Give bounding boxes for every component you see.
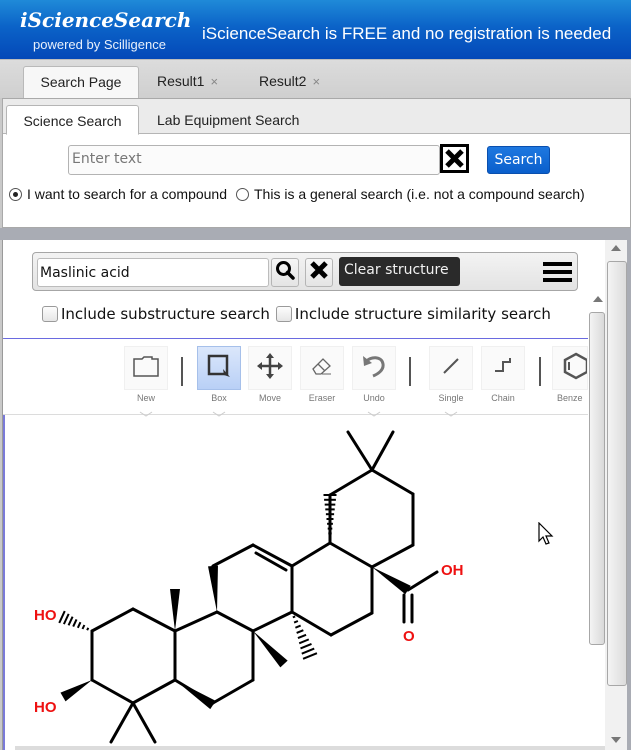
tool-box[interactable] xyxy=(197,346,241,390)
folder-icon xyxy=(132,354,160,383)
window-edge xyxy=(627,228,631,750)
tab-label: Search Page xyxy=(40,74,122,90)
search-options: Include substructure search Include stru… xyxy=(42,305,551,323)
chevron-down-icon[interactable] xyxy=(429,404,473,422)
site-header: iScienceSearch powered by Scilligence iS… xyxy=(0,0,631,59)
toolbar-separator xyxy=(181,357,183,386)
mouse-cursor-icon xyxy=(538,521,554,551)
box-select-icon xyxy=(206,353,232,384)
tab-result2[interactable]: Result2 × xyxy=(259,66,320,99)
tab-label: Science Search xyxy=(23,113,122,129)
tool-undo[interactable] xyxy=(352,346,396,390)
search-input[interactable]: Enter text xyxy=(68,145,440,175)
search-type-tabbar: Science Search Lab Equipment Search xyxy=(3,99,630,135)
chain-icon xyxy=(491,354,515,383)
tool-label: New xyxy=(136,393,155,403)
tool-label: Eraser xyxy=(308,393,336,403)
x-box-icon xyxy=(443,147,466,170)
tool-eraser[interactable] xyxy=(300,346,344,390)
chevron-down-icon[interactable] xyxy=(352,404,396,422)
tool-label: Single xyxy=(438,393,464,403)
tool-label: Benze xyxy=(557,393,583,403)
hamburger-icon[interactable] xyxy=(543,262,572,282)
toolbar-separator xyxy=(409,357,411,386)
benzene-icon xyxy=(563,352,587,385)
tool-move[interactable] xyxy=(248,346,292,390)
brand-subtitle: powered by Scilligence xyxy=(33,37,166,52)
structure-name-input[interactable]: Maslinic acid xyxy=(37,258,269,287)
inner-scrollbar-thumb[interactable] xyxy=(589,312,605,645)
chevron-down-icon[interactable] xyxy=(197,404,241,422)
undo-icon xyxy=(360,352,388,385)
similarity-checkbox[interactable] xyxy=(275,306,292,322)
move-icon xyxy=(256,352,284,385)
clear-structure-button[interactable]: Clear structure xyxy=(339,257,460,286)
single-bond-icon xyxy=(439,354,463,383)
tab-search-page[interactable]: Search Page xyxy=(23,66,139,99)
x-icon xyxy=(310,261,328,284)
tab-result1[interactable]: Result1 × xyxy=(157,66,218,99)
scroll-down-icon[interactable] xyxy=(611,737,621,743)
header-tagline: iScienceSearch is FREE and no registrati… xyxy=(202,24,612,43)
search-mode-group: I want to search for a compound This is … xyxy=(9,186,585,202)
tab-label: Lab Equipment Search xyxy=(157,112,300,128)
horizontal-scrollbar[interactable] xyxy=(15,746,605,750)
substructure-label[interactable]: Include substructure search xyxy=(61,305,270,323)
scroll-up-icon[interactable] xyxy=(611,245,621,251)
tool-label: Undo xyxy=(363,393,385,403)
structure-clear-x-button[interactable] xyxy=(305,258,333,287)
radio-compound-label[interactable]: I want to search for a compound xyxy=(27,186,227,202)
radio-general[interactable] xyxy=(236,187,249,201)
chevron-down-icon[interactable] xyxy=(124,404,168,422)
tab-lab-equipment-search[interactable]: Lab Equipment Search xyxy=(157,105,299,135)
radio-general-label[interactable]: This is a general search (i.e. not a com… xyxy=(254,186,585,202)
inner-scroll-up-icon[interactable] xyxy=(593,296,603,302)
toolbar-separator xyxy=(539,357,541,386)
search-placeholder: Enter text xyxy=(72,151,142,167)
tool-single-bond[interactable] xyxy=(429,346,473,390)
tool-chain[interactable] xyxy=(481,346,525,390)
brand-logo[interactable]: iScienceSearch xyxy=(20,8,191,32)
tab-label: Result2 xyxy=(259,73,307,89)
tab-science-search[interactable]: Science Search xyxy=(6,105,139,135)
tool-benzene[interactable] xyxy=(552,346,588,390)
radio-compound[interactable] xyxy=(9,187,22,201)
panel-divider xyxy=(0,228,631,240)
clear-search-button[interactable] xyxy=(440,144,469,173)
tool-new[interactable] xyxy=(124,346,168,390)
tool-label: Chain xyxy=(491,393,515,403)
outer-scrollbar-thumb[interactable] xyxy=(607,261,627,686)
close-icon[interactable]: × xyxy=(312,74,320,89)
eraser-icon xyxy=(309,354,335,383)
search-button[interactable]: Search xyxy=(487,146,550,174)
close-icon[interactable]: × xyxy=(210,74,218,89)
similarity-label[interactable]: Include structure similarity search xyxy=(295,305,551,323)
structure-search-button[interactable] xyxy=(271,258,299,287)
magnifier-icon xyxy=(275,260,295,285)
tab-label: Result1 xyxy=(157,73,205,89)
main-tabbar: Search Page Result1 × Result2 × xyxy=(0,59,631,99)
substructure-checkbox[interactable] xyxy=(42,306,58,322)
app-window: iScienceSearch powered by Scilligence iS… xyxy=(0,0,631,750)
tool-label: Box xyxy=(211,393,227,403)
tool-label: Move xyxy=(258,393,281,403)
